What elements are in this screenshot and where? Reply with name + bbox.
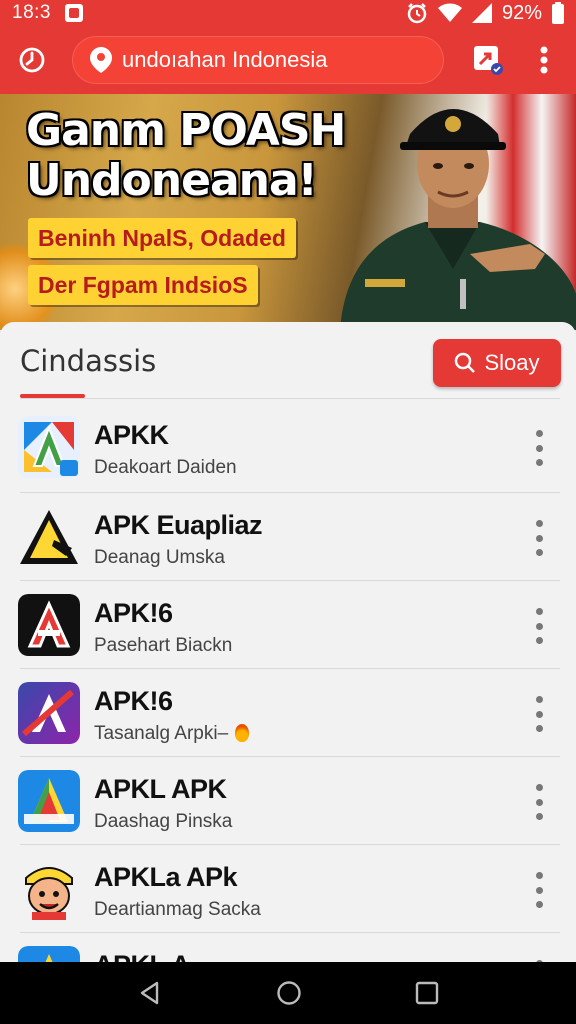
fire-icon: [235, 724, 250, 742]
app-name: APK!6: [94, 686, 173, 716]
app-list-panel: Cindassis Sloay APKK Deakoart Daiden APK…: [0, 322, 576, 1008]
divider: [20, 756, 560, 757]
location-pin-icon: [90, 47, 112, 73]
address-text: undoıahan Indonesia: [122, 47, 328, 72]
divider: [20, 580, 560, 581]
list-item[interactable]: APKK Deakoart Daiden: [0, 404, 576, 492]
app-subtitle: Deartianmag Sacka: [94, 899, 261, 920]
alarm-icon: [407, 3, 427, 24]
app-name: APKLa APk: [94, 862, 238, 892]
hero-title: Ganm POASH Undoneana!: [26, 105, 346, 206]
red-a-icon: [18, 594, 80, 656]
browser-toolbar: undoıahan Indonesia: [0, 26, 576, 94]
list-item[interactable]: APK!6 Pasehart Biackn: [0, 582, 576, 670]
share-button[interactable]: [456, 26, 520, 94]
list-item[interactable]: APKLa APk Deartianmag Sacka: [0, 846, 576, 934]
app-subtitle: Tasanalg Arpki–: [94, 723, 250, 745]
search-action-button[interactable]: Sloay: [433, 339, 561, 387]
app-name: APKL APK: [94, 774, 227, 804]
hero-title-line1: Ganm POASH: [26, 105, 346, 156]
divider: [20, 932, 560, 933]
battery-icon: [552, 2, 564, 24]
more-options-icon[interactable]: [526, 696, 552, 732]
app-subtitle: Daashag Pinska: [94, 811, 233, 832]
app-name: APK Euapliaz: [94, 510, 263, 540]
triangle-icon: [18, 506, 80, 568]
app-subtitle: Deanag Umska: [94, 547, 225, 568]
app-subtitle: Pasehart Biackn: [94, 635, 233, 656]
list-item[interactable]: APKL APK Daashag Pinska: [0, 758, 576, 846]
official-photo: [340, 109, 576, 330]
cartoon-face-icon: [18, 858, 80, 920]
section-title: Cindassis: [20, 344, 157, 378]
more-options-icon[interactable]: [526, 784, 552, 820]
more-options-icon[interactable]: [526, 430, 552, 466]
battery-percent: 92%: [501, 1, 542, 24]
notification-app-icon: [64, 4, 83, 22]
divider: [20, 398, 560, 399]
shuffle-a-icon: [18, 682, 80, 744]
status-time: 18:3: [12, 2, 51, 23]
divider: [20, 668, 560, 669]
back-icon[interactable]: [137, 980, 163, 1006]
search-action-label: Sloay: [484, 350, 540, 375]
divider: [20, 492, 560, 493]
clock-icon: [19, 47, 45, 73]
wifi-icon: [437, 3, 462, 22]
signal-icon: [471, 3, 492, 23]
more-options-icon[interactable]: [526, 608, 552, 644]
home-icon[interactable]: [276, 980, 302, 1006]
list-item[interactable]: APK!6 Tasanalg Arpki–: [0, 670, 576, 758]
hero-title-line2: Undoneana!: [26, 155, 318, 206]
search-icon: [455, 352, 476, 373]
status-bar: 18:3 92%: [0, 0, 576, 26]
hero-tag-2: Der Fgpam IndsioS: [28, 265, 258, 305]
app-name: APK!6: [94, 598, 173, 628]
share-icon: [474, 46, 503, 75]
address-bar[interactable]: undoıahan Indonesia: [72, 36, 444, 84]
divider: [20, 844, 560, 845]
more-options-icon[interactable]: [526, 520, 552, 556]
more-options-icon[interactable]: [526, 872, 552, 908]
overflow-menu-button[interactable]: [512, 26, 576, 94]
app-subtitle: Deakoart Daiden: [94, 457, 237, 478]
hero-tag-1: Beninh NpalS, Odaded: [28, 218, 296, 258]
appty-icon: [18, 770, 80, 832]
recents-icon[interactable]: [415, 981, 439, 1005]
system-nav-bar: [0, 962, 576, 1024]
apk-a-icon: [18, 416, 80, 478]
more-vertical-icon: [540, 46, 548, 74]
history-button[interactable]: [0, 26, 64, 94]
app-name: APKK: [94, 420, 169, 450]
list-item[interactable]: APK Euapliaz Deanag Umska: [0, 494, 576, 582]
